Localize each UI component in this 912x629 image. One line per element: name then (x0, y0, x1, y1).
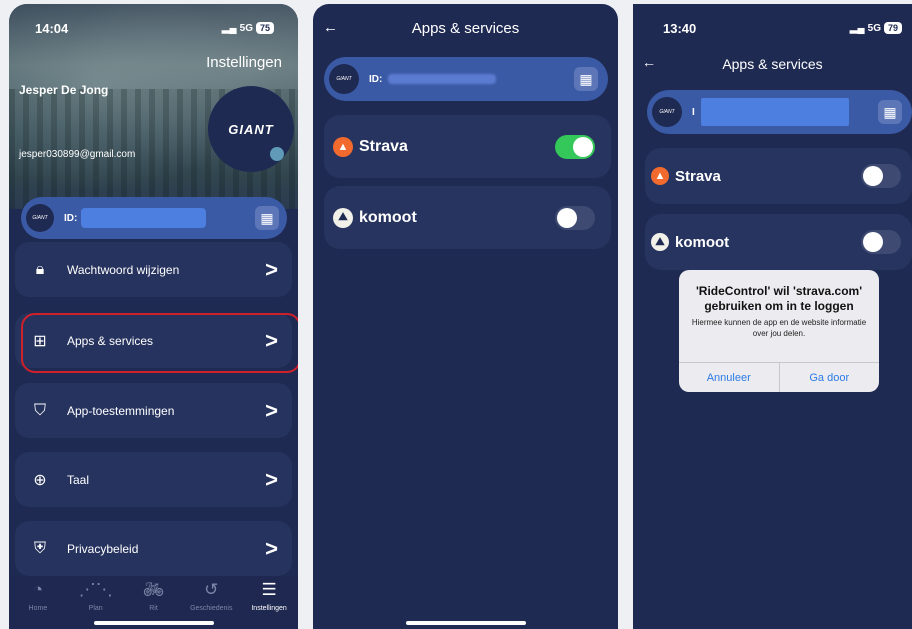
bike-icon: 🚲︎ (142, 580, 165, 599)
komoot-icon: ⛰ (651, 233, 669, 251)
id-label: ID: (64, 212, 78, 224)
page-title: Instellingen (206, 54, 282, 71)
id-value-redacted (81, 208, 207, 228)
chevron-right-icon: > (265, 256, 278, 282)
sliders-icon: ☰ (261, 580, 277, 599)
service-name: Strava (359, 137, 408, 155)
shield-check-icon: ⛉ (33, 401, 46, 419)
menu-item-label: Privacybeleid (67, 541, 139, 556)
chevron-right-icon: > (265, 535, 278, 561)
bike-id-bar: GIANT I ▦ (647, 90, 912, 134)
shield-user-icon: ⛨ (33, 539, 46, 557)
qr-code-icon[interactable]: ▦ (255, 206, 279, 230)
page-title: Apps & services (722, 56, 823, 72)
bike-id-bar: GIANT ID: ▦ (324, 57, 608, 101)
history-icon: ↺ (204, 580, 219, 599)
globe-icon: ⊕ (33, 471, 47, 489)
bike-id-bar: GIANT ID: ▦ (21, 197, 287, 239)
road-icon: ⋰⋱ (78, 580, 113, 599)
settings-screen: 14:04 ▂▄ 5G 75 Instellingen Jesper De Jo… (9, 4, 298, 629)
service-name: komoot (675, 233, 730, 251)
komoot-toggle[interactable] (555, 205, 595, 230)
service-row-strava: ▲ Strava (324, 115, 611, 178)
signal-icon: ▂▄ (849, 22, 865, 34)
giant-badge-icon: GIANT (652, 97, 682, 127)
menu-item-app-permissions[interactable]: ⛉ App-toestemmingen > (15, 383, 292, 438)
edit-avatar-icon[interactable] (270, 147, 284, 161)
qr-code-icon[interactable]: ▦ (574, 67, 598, 91)
status-time: 14:04 (35, 21, 69, 36)
tab-label: Rit (149, 605, 158, 612)
status-time: 13:40 (663, 21, 697, 36)
tab-settings[interactable]: ☰ Instellingen (244, 576, 294, 629)
battery-icon: 75 (255, 22, 274, 34)
strava-toggle[interactable] (555, 134, 595, 159)
id-label: ID: (369, 73, 383, 85)
menu-item-language[interactable]: ⊕ Taal > (15, 452, 292, 507)
tab-label: Plan (88, 605, 103, 612)
service-row-komoot: ⛰ komoot (324, 186, 611, 249)
strava-icon: ▲ (651, 167, 669, 185)
tab-label: Instellingen (251, 605, 287, 612)
giant-badge-icon: GIANT (26, 204, 54, 232)
service-row-strava: ▲ Strava (645, 148, 912, 204)
chevron-right-icon: > (265, 466, 278, 492)
menu-item-label: App-toestemmingen (67, 403, 175, 418)
tab-home[interactable]: ◔ Home (13, 576, 63, 629)
lock-icon: 🔒︎ (35, 260, 45, 278)
id-label: I (692, 106, 695, 118)
status-bar: 13:40 ▂▄ 5G 79 (633, 4, 912, 48)
highlight-outline (21, 313, 298, 373)
status-bar: 14:04 ▂▄ 5G 75 (9, 4, 298, 48)
giant-logo: GIANT (228, 121, 274, 137)
gauge-icon: ◔ (32, 580, 44, 599)
menu-item-label: Taal (67, 472, 90, 487)
user-name: Jesper De Jong (19, 83, 109, 97)
menu-item-label: Wachtwoord wijzigen (67, 262, 180, 277)
network-label: 5G (239, 22, 253, 34)
id-value-redacted (388, 74, 497, 84)
login-permission-dialog: 'RideControl' wil 'strava.com' gebruiken… (679, 270, 879, 392)
continue-button[interactable]: Ga door (778, 363, 880, 392)
chevron-right-icon: > (265, 397, 278, 423)
service-name: Strava (675, 167, 721, 185)
dialog-message: Hiermee kunnen de app en de website info… (691, 318, 867, 338)
home-indicator (405, 621, 526, 625)
komoot-toggle[interactable] (861, 230, 901, 254)
page-title: Apps & services (411, 20, 520, 37)
tab-label: Home (28, 605, 48, 612)
dialog-title: 'RideControl' wil 'strava.com' gebruiken… (695, 284, 863, 313)
komoot-icon: ⛰ (333, 207, 353, 228)
menu-item-privacy[interactable]: ⛨ Privacybeleid > (15, 521, 292, 576)
user-email: jesper030899@gmail.com (19, 149, 136, 160)
cancel-button[interactable]: Annuleer (679, 363, 779, 392)
apps-services-screen: ← Apps & services GIANT ID: ▦ ▲ Strava ⛰… (313, 4, 618, 629)
apps-services-login-screen: 13:40 ▂▄ 5G 79 ← Apps & services GIANT I… (633, 4, 912, 629)
giant-badge-icon: GIANT (329, 64, 359, 94)
strava-icon: ▲ (333, 136, 353, 157)
service-row-komoot: ⛰ komoot (645, 214, 912, 270)
signal-icon: ▂▄ (221, 22, 237, 34)
tab-label: Geschiedenis (190, 605, 233, 612)
battery-icon: 79 (883, 22, 902, 34)
home-indicator (93, 621, 214, 625)
menu-item-password[interactable]: 🔒︎ Wachtwoord wijzigen > (15, 242, 292, 297)
strava-toggle[interactable] (861, 164, 901, 188)
id-value-redacted (700, 98, 849, 126)
service-name: komoot (359, 208, 417, 226)
network-label: 5G (867, 22, 881, 34)
qr-code-icon[interactable]: ▦ (878, 100, 902, 124)
